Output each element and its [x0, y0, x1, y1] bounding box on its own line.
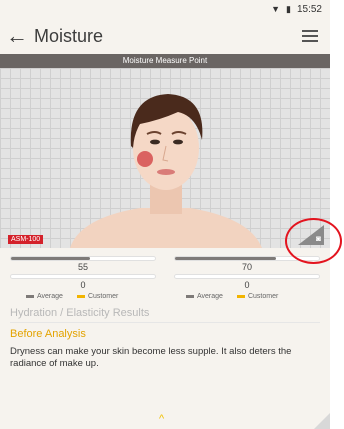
back-arrow-icon[interactable]: ←: [0, 18, 34, 54]
divider: [10, 322, 320, 323]
app-bar: ← Moisture: [0, 18, 330, 54]
phone-screen: ▼ ▮ 15:52 ← Moisture Moisture Measure Po…: [0, 0, 330, 429]
results-heading: Hydration / Elasticity Results: [10, 307, 150, 319]
average-value: 55: [77, 262, 88, 272]
average-swatch: [26, 295, 34, 298]
battery-icon: ▮: [286, 3, 291, 14]
chevron-up-icon[interactable]: ^: [159, 413, 164, 425]
customer-value: 0: [244, 280, 250, 290]
legend-customer: Customer: [87, 293, 119, 300]
device-badge: ASM-100: [8, 235, 44, 244]
annotation-circle: [285, 218, 342, 264]
gauge-legend: Average Customer: [26, 293, 118, 300]
legend-customer: Customer: [247, 293, 279, 300]
customer-bar: [10, 274, 156, 279]
face-photo-area: [0, 68, 330, 248]
gauge-panel: 55 0 Average Customer 70 0 Average Custo…: [0, 248, 330, 304]
gauge-legend: Average Customer: [186, 293, 278, 300]
status-time: 15:52: [296, 3, 322, 15]
results-subheading: Before Analysis: [10, 328, 86, 340]
average-bar-fill: [175, 257, 276, 260]
hamburger-menu-icon[interactable]: [290, 30, 330, 42]
status-bar: ▼ ▮ 15:52: [0, 0, 330, 18]
results-description: Dryness can make your skin become less s…: [10, 346, 292, 369]
average-swatch: [186, 295, 194, 298]
page-title: Moisture: [34, 25, 104, 46]
measure-point-bar: Moisture Measure Point: [0, 54, 330, 68]
customer-swatch: [76, 295, 85, 298]
customer-swatch: [236, 295, 245, 298]
corner-tab[interactable]: [314, 413, 330, 429]
legend-average: Average: [197, 293, 223, 300]
customer-bar: [174, 274, 320, 279]
legend-average: Average: [37, 293, 63, 300]
customer-value: 0: [80, 280, 86, 290]
average-value: 70: [241, 262, 252, 272]
average-bar: [10, 256, 156, 261]
wifi-icon: ▼: [271, 4, 281, 14]
average-bar-fill: [11, 257, 91, 260]
face-illustration: [70, 94, 262, 248]
